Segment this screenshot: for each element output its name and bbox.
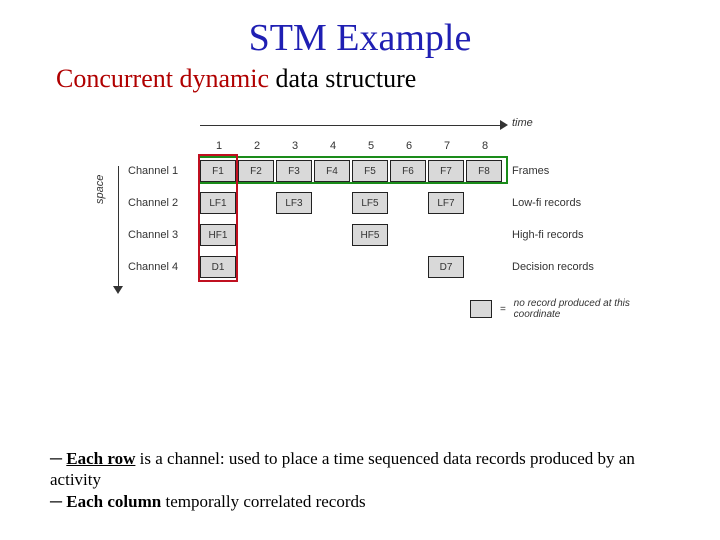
legend-swatch [470,300,492,318]
space-axis [112,166,124,286]
table-body: Channel 1 F1 F2 F3 F4 F5 F6 F7 F8 Frames… [128,158,594,286]
space-axis-line [118,166,119,286]
row-right-label: Frames [512,165,549,177]
cell [238,224,274,246]
cell [390,224,426,246]
col-header: 7 [428,140,466,152]
legend-equals: = [500,304,506,315]
row-cells: HF1 HF5 [200,224,502,246]
time-axis [200,118,500,132]
row-cells: F1 F2 F3 F4 F5 F6 F7 F8 [200,160,502,182]
time-axis-line [200,125,500,126]
row-label: Channel 2 [128,197,200,209]
col-header: 2 [238,140,276,152]
cell: LF7 [428,192,464,214]
table-row: Channel 3 HF1 HF5 High-fi records [128,222,594,248]
col-header: 3 [276,140,314,152]
col-header: 5 [352,140,390,152]
row-right-label: Decision records [512,261,594,273]
cell [276,224,312,246]
cell [314,256,350,278]
cell: LF3 [276,192,312,214]
page-title: STM Example [50,16,670,60]
cell [390,192,426,214]
col-header: 1 [200,140,238,152]
row-cells: LF1 LF3 LF5 LF7 [200,192,502,214]
dash-icon: ─ [50,449,66,468]
row-label: Channel 1 [128,165,200,177]
cell [466,256,502,278]
cell [238,192,274,214]
cell: F8 [466,160,502,182]
cell: F4 [314,160,350,182]
cell: F2 [238,160,274,182]
cell: LF5 [352,192,388,214]
cell: HF5 [352,224,388,246]
cell [390,256,426,278]
note-text: temporally correlated records [161,492,365,511]
row-right-label: High-fi records [512,229,584,241]
cell: F3 [276,160,312,182]
cell [314,224,350,246]
table-row: Channel 2 LF1 LF3 LF5 LF7 Low-fi records [128,190,594,216]
cell: LF1 [200,192,236,214]
notes: ─ Each row is a channel: used to place a… [50,448,670,512]
col-header: 8 [466,140,504,152]
cell [428,224,464,246]
cell [352,256,388,278]
note-bold: Each row [66,449,135,468]
table-row: Channel 1 F1 F2 F3 F4 F5 F6 F7 F8 Frames [128,158,594,184]
cell: F7 [428,160,464,182]
col-header: 6 [390,140,428,152]
table-row: Channel 4 D1 D7 Decision records [128,254,594,280]
cell: HF1 [200,224,236,246]
dash-icon: ─ [50,492,66,511]
row-right-label: Low-fi records [512,197,581,209]
stm-diagram: time space 1 2 3 4 5 6 7 8 Channel 1 F1 [80,118,640,318]
note-line-1: ─ Each row is a channel: used to place a… [50,448,670,491]
cell [238,256,274,278]
cell: D7 [428,256,464,278]
time-axis-label: time [512,117,533,129]
space-axis-arrowhead [113,286,123,294]
row-label: Channel 3 [128,229,200,241]
note-bold: Each column [66,492,161,511]
row-label: Channel 4 [128,261,200,273]
subtitle-red: Concurrent dynamic [56,64,269,93]
cell: F5 [352,160,388,182]
slide: STM Example Concurrent dynamic data stru… [0,0,720,318]
note-line-2: ─ Each column temporally correlated reco… [50,491,670,512]
space-axis-label: space [94,175,106,204]
cell: F1 [200,160,236,182]
note-text: is a channel: used to place a time seque… [50,449,635,489]
row-cells: D1 D7 [200,256,502,278]
column-headers: 1 2 3 4 5 6 7 8 [200,140,504,152]
cell: F6 [390,160,426,182]
col-header: 4 [314,140,352,152]
subtitle-rest: data structure [269,64,416,93]
cell [276,256,312,278]
time-axis-arrowhead [500,120,508,130]
cell: D1 [200,256,236,278]
legend-text: no record produced at this coordinate [514,298,640,320]
cell [466,192,502,214]
cell [314,192,350,214]
cell [466,224,502,246]
legend: = no record produced at this coordinate [470,298,640,320]
subtitle: Concurrent dynamic data structure [56,64,670,94]
